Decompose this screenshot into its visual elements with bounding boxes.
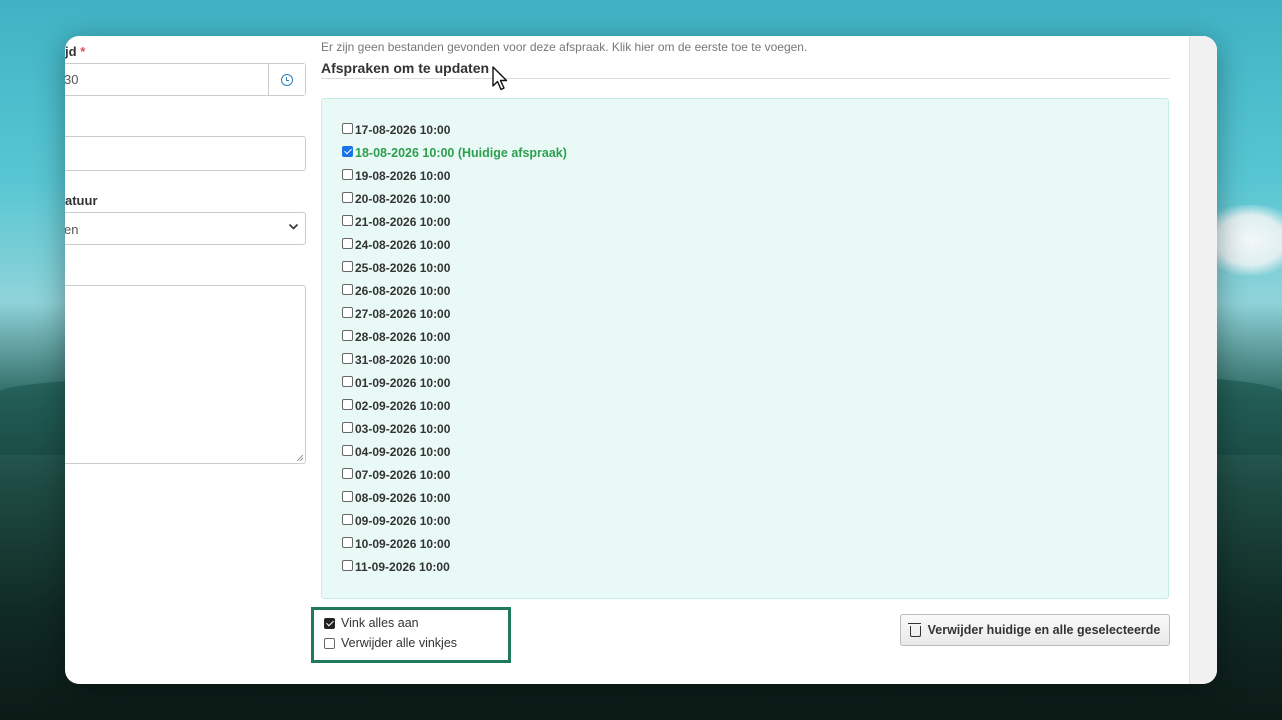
appointment-checkbox[interactable]	[342, 352, 353, 364]
appointment-item[interactable]: 21-08-2026 10:00	[342, 212, 450, 232]
resize-handle[interactable]	[297, 455, 303, 461]
appointment-checkbox[interactable]	[342, 122, 353, 134]
mouse-cursor-icon	[491, 66, 509, 97]
appointment-item[interactable]: 02-09-2026 10:00	[342, 396, 450, 416]
appointment-checkbox[interactable]	[342, 375, 353, 387]
select-label: atuur	[65, 193, 98, 208]
appointment-item[interactable]: 04-09-2026 10:00	[342, 442, 450, 462]
appointment-item[interactable]: 09-09-2026 10:00	[342, 511, 450, 531]
appointment-label: 26-08-2026 10:00	[355, 284, 451, 298]
appointment-item[interactable]: 10-09-2026 10:00	[342, 534, 450, 554]
appointment-checkbox[interactable]	[342, 421, 353, 433]
appointment-checkbox[interactable]	[342, 490, 353, 502]
delete-selected-button[interactable]: Verwijder huidige en alle geselecteerde	[900, 614, 1170, 646]
appointment-label: 25-08-2026 10:00	[355, 261, 451, 275]
appointment-checkbox[interactable]	[342, 467, 353, 479]
appointment-item[interactable]: 07-09-2026 10:00	[342, 465, 450, 485]
appointment-item[interactable]: 28-08-2026 10:00	[342, 327, 450, 347]
appointment-label: 20-08-2026 10:00	[355, 192, 451, 206]
appointment-label: 18-08-2026 10:00 (Huidige afspraak)	[355, 146, 567, 160]
appointment-item[interactable]: 01-09-2026 10:00	[342, 373, 450, 393]
appointment-checkbox[interactable]	[342, 444, 353, 456]
appointment-label: 24-08-2026 10:00	[355, 238, 451, 252]
appointment-label: 31-08-2026 10:00	[355, 353, 451, 367]
uncheck-all-checkbox[interactable]	[324, 637, 335, 649]
select-toggles-highlight: Vink alles aan Verwijder alle vinkjes	[311, 607, 511, 663]
appointment-label: 07-09-2026 10:00	[355, 468, 451, 482]
appointment-checkbox[interactable]	[342, 329, 353, 341]
appointment-item[interactable]: 24-08-2026 10:00	[342, 235, 450, 255]
appointment-item[interactable]: 03-09-2026 10:00	[342, 419, 450, 439]
section-title: Afspraken om te updaten	[321, 60, 490, 76]
trash-icon	[907, 622, 921, 637]
check-all-label: Vink alles aan	[341, 616, 419, 630]
time-input-value: 30	[65, 72, 79, 87]
appointment-checkbox[interactable]	[342, 306, 353, 318]
time-input[interactable]: 30	[65, 63, 306, 96]
appointment-item[interactable]: 25-08-2026 10:00	[342, 258, 450, 278]
text-input[interactable]	[65, 136, 306, 171]
uncheck-all-toggle[interactable]: Verwijder alle vinkjes	[324, 636, 457, 650]
time-label: jd *	[65, 44, 85, 59]
appointment-item[interactable]: 18-08-2026 10:00 (Huidige afspraak)	[342, 143, 567, 163]
time-picker-button[interactable]	[268, 64, 305, 95]
appointment-label: 03-09-2026 10:00	[355, 422, 451, 436]
appointment-item[interactable]: 17-08-2026 10:00	[342, 120, 450, 140]
time-label-text: jd	[65, 44, 77, 59]
scrollbar[interactable]	[1189, 36, 1217, 684]
appointment-label: 10-09-2026 10:00	[355, 537, 451, 551]
appointment-label: 08-09-2026 10:00	[355, 491, 451, 505]
appointment-checkbox[interactable]	[342, 513, 353, 525]
uncheck-all-label: Verwijder alle vinkjes	[341, 636, 458, 650]
appointment-item[interactable]: 26-08-2026 10:00	[342, 281, 450, 301]
appointment-label: 27-08-2026 10:00	[355, 307, 451, 321]
appointment-item[interactable]: 19-08-2026 10:00	[342, 166, 450, 186]
appointment-item[interactable]: 11-09-2026 10:00	[342, 557, 450, 577]
required-mark: *	[80, 44, 86, 59]
appointment-label: 02-09-2026 10:00	[355, 399, 451, 413]
appointments-list: 17-08-2026 10:00 18-08-2026 10:00 (Huidig…	[321, 98, 1169, 599]
appointment-checkbox[interactable]	[342, 145, 353, 157]
appointment-label: 09-09-2026 10:00	[355, 514, 451, 528]
appointment-checkbox[interactable]	[342, 283, 353, 295]
appointment-checkbox[interactable]	[342, 398, 353, 410]
appointment-item[interactable]: 31-08-2026 10:00	[342, 350, 450, 370]
select-dropdown[interactable]: en	[65, 212, 306, 245]
appointment-checkbox[interactable]	[342, 168, 353, 180]
appointment-item[interactable]: 08-09-2026 10:00	[342, 488, 450, 508]
select-value: en	[65, 222, 79, 237]
appointment-label: 28-08-2026 10:00	[355, 330, 451, 344]
appointment-label: 01-09-2026 10:00	[355, 376, 451, 390]
appointment-label: 19-08-2026 10:00	[355, 169, 451, 183]
clock-icon	[281, 73, 293, 86]
appointment-label: 17-08-2026 10:00	[355, 123, 451, 137]
notes-textarea[interactable]	[65, 285, 306, 464]
app-window: jd * 30 atuur en Er zijn geen bestanden …	[65, 36, 1217, 684]
delete-selected-label: Verwijder huidige en alle geselecteerde	[927, 623, 1161, 637]
appointment-checkbox[interactable]	[342, 559, 353, 571]
appointment-label: 04-09-2026 10:00	[355, 445, 451, 459]
files-note-link[interactable]: Er zijn geen bestanden gevonden voor dez…	[321, 40, 807, 54]
appointment-checkbox[interactable]	[342, 536, 353, 548]
appointment-label: 21-08-2026 10:00	[355, 215, 451, 229]
chevron-down-icon	[288, 221, 299, 235]
check-all-checkbox[interactable]	[324, 617, 335, 629]
appointment-item[interactable]: 20-08-2026 10:00	[342, 189, 450, 209]
appointment-checkbox[interactable]	[342, 260, 353, 272]
check-all-toggle[interactable]: Vink alles aan	[324, 616, 419, 630]
appointment-checkbox[interactable]	[342, 214, 353, 226]
appointment-label: 11-09-2026 10:00	[355, 560, 450, 574]
appointment-item[interactable]: 27-08-2026 10:00	[342, 304, 450, 324]
section-divider	[321, 78, 1170, 79]
appointment-checkbox[interactable]	[342, 191, 353, 203]
appointment-checkbox[interactable]	[342, 237, 353, 249]
